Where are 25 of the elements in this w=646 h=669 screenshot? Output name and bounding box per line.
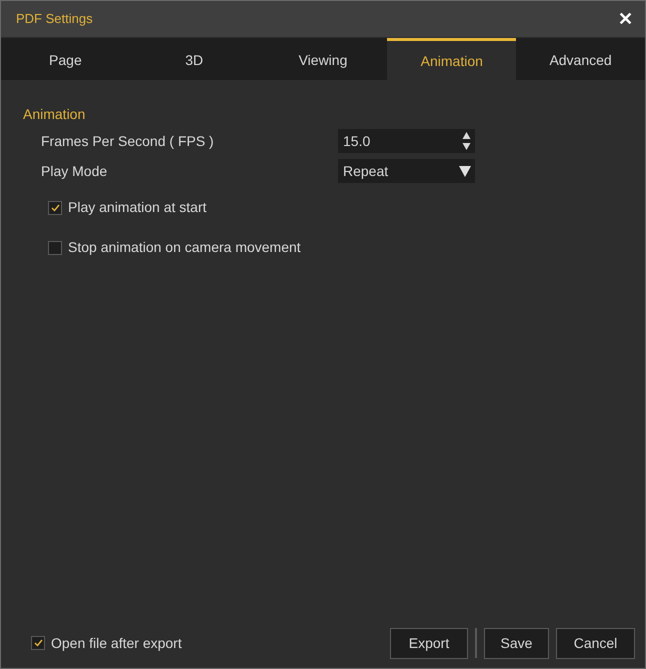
dialog-button[interactable]: Cancel [556,628,635,658]
check-icon [50,204,60,212]
dropdown[interactable]: Repeat [338,159,475,183]
tab[interactable]: Advanced [516,38,645,80]
field-label: Frames Per Second ( FPS ) [41,132,215,151]
tab[interactable]: Animation [387,38,516,80]
checkbox-label: Stop animation on camera movement [68,238,301,257]
check-icon [34,639,42,647]
tab[interactable]: Viewing [258,38,388,80]
dialog-button[interactable]: Save [484,628,549,658]
field-label: Play Mode [41,162,108,181]
number-spinner[interactable]: 15.0 [338,129,475,153]
spin-arrows-icon[interactable] [462,131,471,151]
dialog-button[interactable]: Export [390,628,468,658]
checkbox[interactable] [31,636,45,650]
checkbox-label: Open file after export [51,634,182,653]
tab[interactable]: Page [1,38,130,80]
checkbox[interactable] [48,240,62,254]
close-button[interactable]: ✕ [614,10,637,28]
checkbox[interactable] [48,200,62,214]
tab[interactable]: 3D [130,38,259,80]
window-title: PDF Settings [16,10,93,28]
checkbox-label: Play animation at start [68,198,207,217]
section-heading: Animation [23,105,86,124]
caret-icon [459,165,471,177]
